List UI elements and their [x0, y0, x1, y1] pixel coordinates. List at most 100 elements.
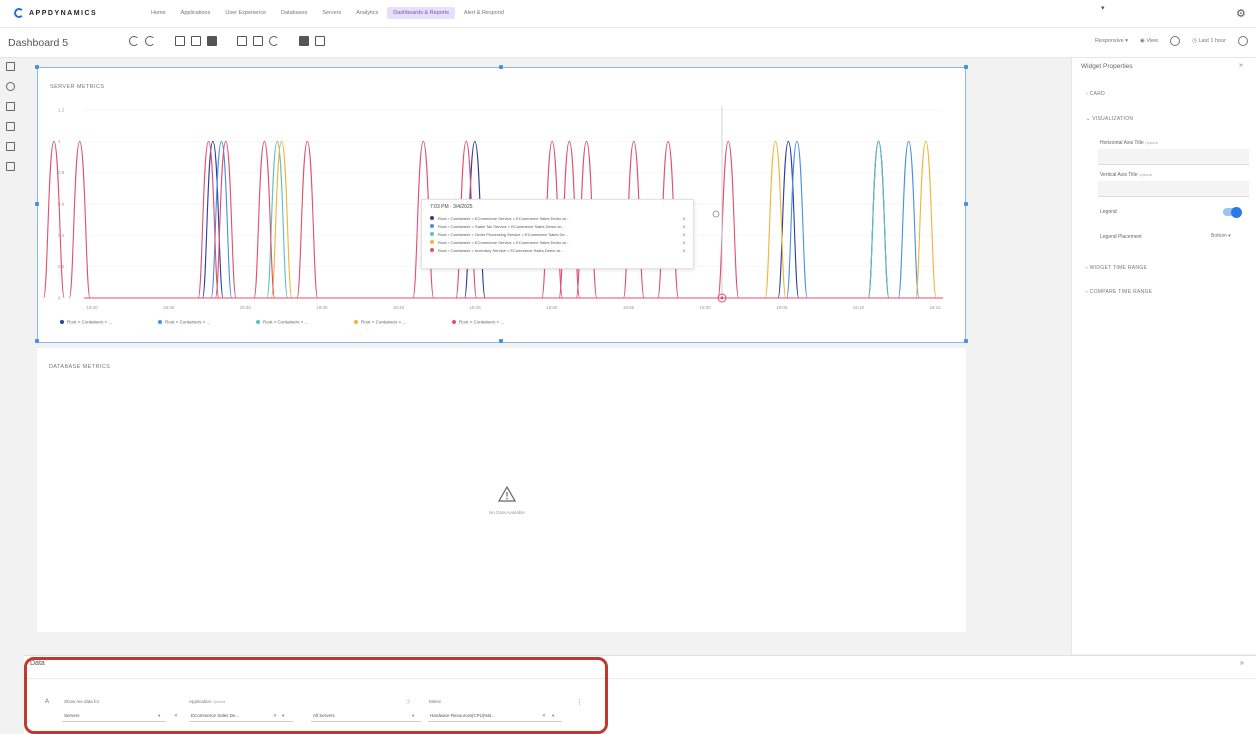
- section-widget-time-range[interactable]: › WIDGET TIME RANGE: [1086, 265, 1147, 271]
- horizontal-axis-title-label: Horizontal Axis Title Optional: [1100, 140, 1158, 146]
- legend-label: Legend: [1100, 209, 1117, 215]
- section-visualization[interactable]: ⌄ VISUALIZATION: [1086, 116, 1133, 122]
- chart-tooltip: 7:03 PM · 3/4/2025 Root > Containers > E…: [421, 199, 694, 269]
- optional-text: Optional: [1145, 141, 1159, 145]
- resize-handle-bottom[interactable]: [499, 339, 503, 343]
- add-widget-icon[interactable]: [6, 102, 15, 111]
- vertical-axis-title-label: Vertical Axis Title Optional: [1100, 172, 1152, 178]
- legend-placement-label: Legend Placement: [1100, 234, 1142, 240]
- legend-swatch: [256, 320, 260, 324]
- legend-swatch: [60, 320, 64, 324]
- nav-tab[interactable]: Dashboards & Reports: [387, 7, 455, 19]
- widget-palette: [0, 58, 20, 734]
- tooltip-row: Root > Containers > ECommerce Service > …: [430, 214, 685, 222]
- copy-icon[interactable]: [175, 36, 185, 46]
- tooltip-series-label: Root > Containers > Sales Tax Service > …: [438, 223, 565, 229]
- warning-icon: [497, 485, 517, 502]
- nav-tab[interactable]: Servers: [316, 7, 347, 19]
- hover-point-center: [720, 296, 724, 300]
- series-color-swatch: [430, 224, 434, 228]
- y-tick-label: 0.4: [58, 233, 65, 238]
- tooltip-row: Root > Containers > Order Processing Ser…: [430, 230, 685, 238]
- legend-swatch: [354, 320, 358, 324]
- x-tick-label: 19:15: [929, 305, 941, 310]
- resize-handle-corner[interactable]: [35, 65, 39, 69]
- series-line: [68, 140, 91, 299]
- y-tick-label: 1: [58, 139, 61, 144]
- tooltip-series-value: 0: [682, 239, 685, 245]
- redo-icon[interactable]: [145, 36, 155, 46]
- align-icon[interactable]: [237, 36, 247, 46]
- widget-title: DATABASE METRICS: [49, 364, 111, 370]
- refresh-icon[interactable]: [1170, 36, 1181, 46]
- user-menu-icon[interactable]: ▾: [1101, 4, 1105, 12]
- vertical-axis-title-input[interactable]: [1098, 181, 1249, 197]
- series-line: [867, 140, 890, 299]
- responsive-label: Responsive: [1094, 38, 1124, 44]
- gear-icon[interactable]: ⚙: [1236, 7, 1246, 20]
- collapse-icon[interactable]: »: [1239, 62, 1243, 69]
- nav-tab[interactable]: Analytics: [350, 7, 384, 19]
- section-visualization-label: VISUALIZATION: [1092, 116, 1134, 122]
- tooltip-series-value: 0: [682, 247, 685, 253]
- legend-swatch: [158, 320, 162, 324]
- legend-label: Root > Containers > ...: [361, 320, 406, 325]
- no-data-message: No Data Available: [467, 485, 547, 515]
- view-button[interactable]: ◉ View: [1140, 38, 1158, 44]
- toolbar-actions: [129, 36, 325, 46]
- table-widget-icon[interactable]: [6, 122, 15, 131]
- text-widget-icon[interactable]: [6, 142, 15, 151]
- legend-label: Root > Containers > ...: [67, 320, 112, 325]
- x-tick-label: 19:00: [699, 305, 711, 310]
- dashboard-title[interactable]: Dashboard 5: [8, 37, 68, 49]
- legend-placement-value: Bottom: [1211, 233, 1227, 239]
- x-tick-label: 18:25: [163, 305, 175, 310]
- app-logo[interactable]: APPDYNAMICS: [14, 8, 97, 18]
- tooltip-series-label: Root > Containers > ECommerce Service > …: [438, 239, 570, 245]
- nav-tab[interactable]: Home: [145, 7, 172, 19]
- section-compare-time-range[interactable]: › COMPARE TIME RANGE: [1086, 289, 1152, 295]
- legend-label: Root > Containers > ...: [165, 320, 210, 325]
- nav-tab[interactable]: Databases: [275, 7, 313, 19]
- time-range-button[interactable]: ◷ Last 1 hour: [1192, 38, 1226, 44]
- delete-icon[interactable]: [207, 36, 217, 46]
- legend-toggle[interactable]: [1223, 206, 1242, 218]
- responsive-select[interactable]: Responsive ▾: [1095, 38, 1128, 44]
- series-color-swatch: [430, 240, 434, 244]
- horizontal-axis-title-input[interactable]: [1098, 149, 1249, 165]
- x-tick-label: 19:10: [853, 305, 865, 310]
- graph-widget-icon[interactable]: [6, 82, 15, 91]
- background-icon[interactable]: [315, 36, 325, 46]
- x-tick-label: 19:05: [776, 305, 788, 310]
- help-icon[interactable]: [1238, 36, 1248, 46]
- image-widget-icon[interactable]: [6, 162, 15, 171]
- resize-handle-left[interactable]: [35, 202, 39, 206]
- distribute-icon[interactable]: [253, 36, 263, 46]
- section-card[interactable]: › CARD: [1086, 91, 1105, 97]
- resize-handle-corner[interactable]: [964, 339, 968, 343]
- nav-tab[interactable]: User Experience: [219, 7, 272, 19]
- image-icon[interactable]: [299, 36, 309, 46]
- metric-widget-icon[interactable]: [6, 62, 15, 71]
- undo-icon[interactable]: [129, 36, 139, 46]
- tooltip-series-label: Root > Containers > Order Processing Ser…: [438, 231, 568, 237]
- database-metrics-widget[interactable]: DATABASE METRICS No Data Available: [37, 348, 966, 632]
- series-color-swatch: [430, 248, 434, 252]
- collapse-icon[interactable]: »: [1240, 660, 1244, 667]
- paste-icon[interactable]: [191, 36, 201, 46]
- resize-handle-top[interactable]: [499, 65, 503, 69]
- move-cursor-icon: [712, 210, 720, 218]
- layer-icon[interactable]: [269, 36, 279, 46]
- x-tick-label: 18:55: [623, 305, 635, 310]
- series-line: [43, 140, 65, 299]
- nav-tab[interactable]: Alert & Respond: [458, 7, 510, 19]
- resize-handle-right[interactable]: [964, 202, 968, 206]
- resize-handle-corner[interactable]: [964, 65, 968, 69]
- nav-tab[interactable]: Applications: [175, 7, 217, 19]
- legend-label: Root > Containers > ...: [459, 320, 504, 325]
- tooltip-series-value: 0: [682, 215, 685, 221]
- server-metrics-widget[interactable]: SERVER METRICS 0 0.2 0.4 0.6 0.8 1 1.2 18:20 18:…: [35, 65, 968, 343]
- legend-placement-select[interactable]: Bottom ▾: [1211, 233, 1231, 239]
- legend-swatch: [452, 320, 456, 324]
- resize-handle-corner[interactable]: [35, 339, 39, 343]
